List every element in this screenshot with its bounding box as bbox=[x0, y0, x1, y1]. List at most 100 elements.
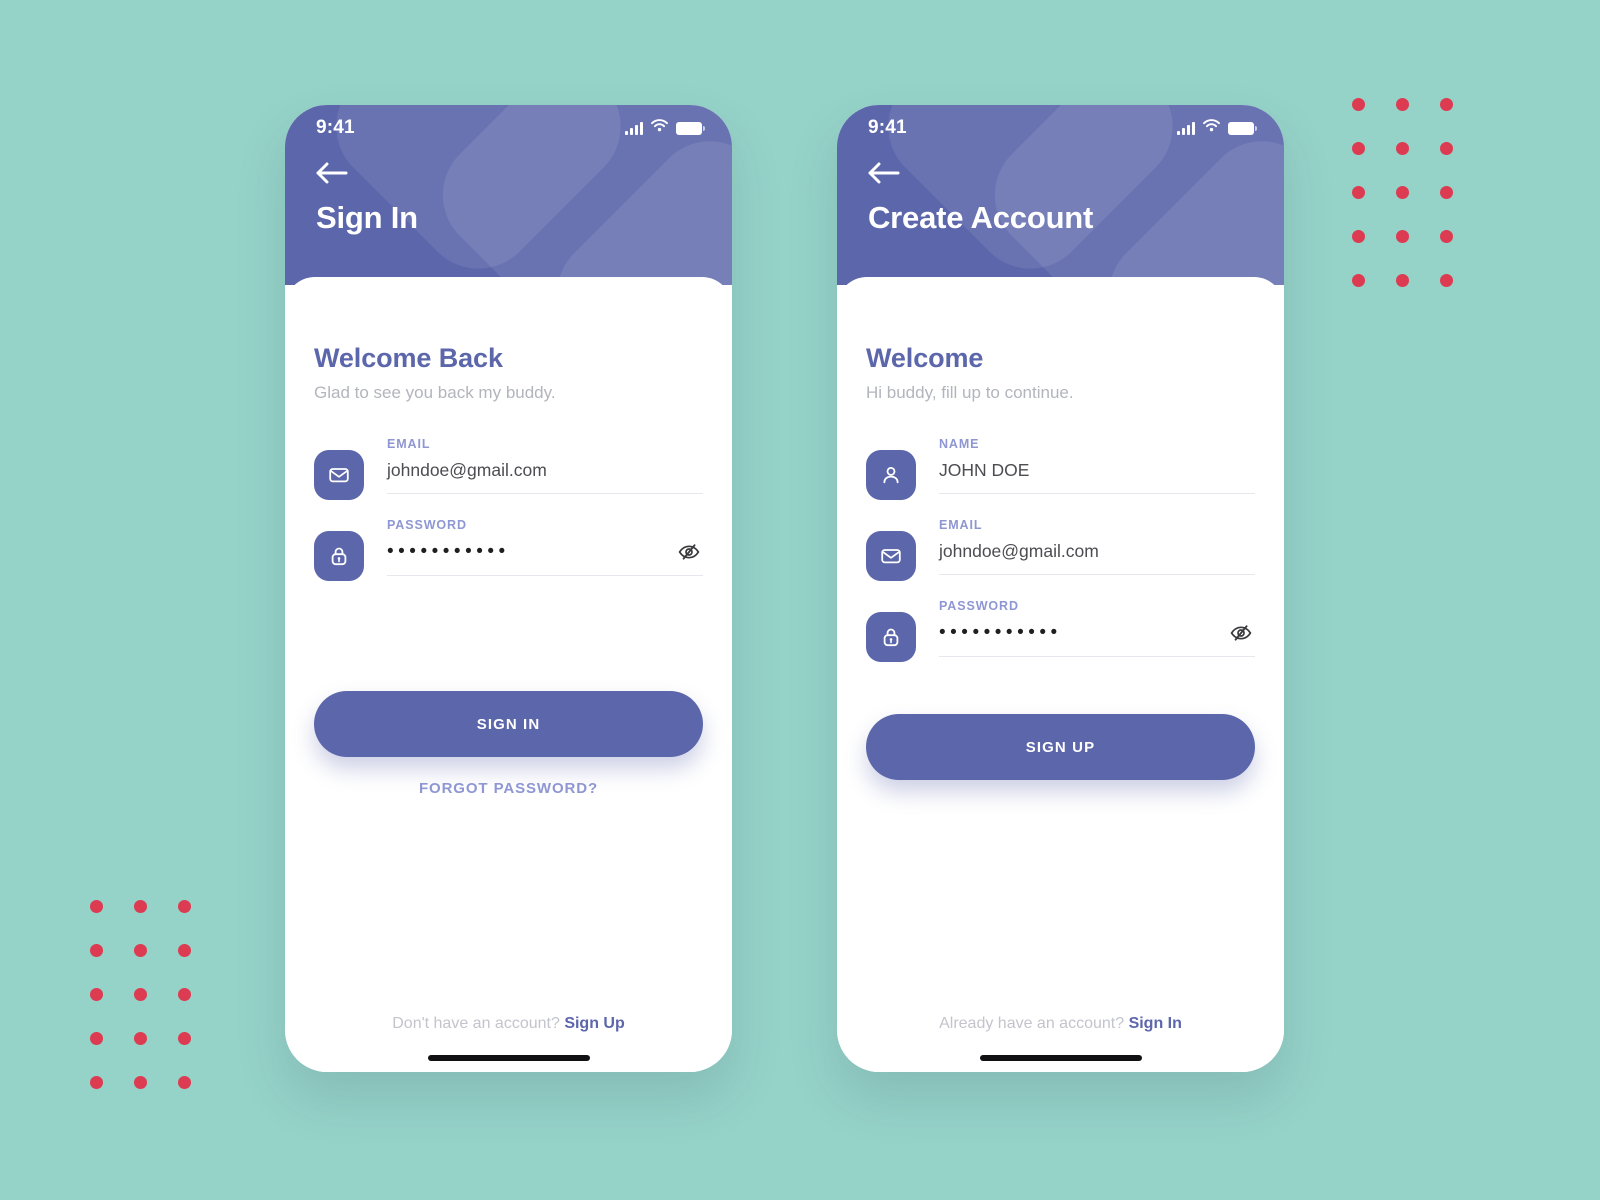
status-icons bbox=[625, 119, 705, 137]
phone-mockup-sign-in: 9:41 Sign In Welcome Back Glad to see yo… bbox=[285, 105, 732, 1072]
decorative-dot bbox=[134, 1075, 147, 1089]
battery-icon bbox=[1228, 121, 1257, 135]
signal-icon bbox=[1177, 121, 1195, 135]
sign-in-footer: Don't have an account? Sign Up bbox=[314, 1015, 703, 1041]
decorative-dot bbox=[90, 943, 103, 957]
back-arrow-icon[interactable] bbox=[316, 161, 350, 185]
decorative-dot bbox=[90, 1075, 103, 1089]
sign-in-card: Welcome Back Glad to see you back my bud… bbox=[285, 277, 732, 1072]
home-indicator bbox=[979, 1055, 1142, 1061]
header-content: Sign In bbox=[285, 151, 732, 236]
footer-sign-in-link[interactable]: Sign In bbox=[1129, 1015, 1182, 1032]
welcome-subtitle: Glad to see you back my buddy. bbox=[314, 383, 556, 402]
welcome-title: Welcome Back bbox=[314, 343, 503, 373]
battery-icon bbox=[676, 121, 705, 135]
form-spacer bbox=[314, 599, 703, 691]
decorative-dot bbox=[134, 899, 147, 913]
field-email-body: EMAIL johndoe@gmail.com bbox=[939, 518, 1255, 575]
forgot-password-link[interactable]: FORGOT PASSWORD? bbox=[314, 780, 703, 797]
decorative-dot bbox=[178, 987, 191, 1001]
field-name-value[interactable]: JOHN DOE bbox=[939, 460, 1255, 481]
decorative-dot bbox=[178, 1031, 191, 1045]
welcome-subtitle: Hi buddy, fill up to continue. bbox=[866, 383, 1074, 402]
field-email-label: EMAIL bbox=[939, 518, 983, 532]
field-email[interactable]: EMAIL johndoe@gmail.com bbox=[314, 437, 703, 500]
decorative-dot bbox=[1440, 185, 1453, 199]
sign-up-button[interactable]: SIGN UP bbox=[866, 714, 1255, 780]
field-name[interactable]: NAME JOHN DOE bbox=[866, 437, 1255, 500]
decorative-dot bbox=[1440, 141, 1453, 155]
decorative-dot bbox=[134, 987, 147, 1001]
decorative-dot bbox=[90, 1031, 103, 1045]
back-arrow-icon[interactable] bbox=[868, 161, 902, 185]
decorative-dot bbox=[90, 987, 103, 1001]
field-password-value[interactable]: ••••••••••• bbox=[939, 622, 1255, 644]
create-account-card: Welcome Hi buddy, fill up to continue. N… bbox=[837, 277, 1284, 1072]
phone-header-create-account: 9:41 Create Account bbox=[837, 105, 1284, 285]
create-account-footer: Already have an account? Sign In bbox=[866, 1015, 1255, 1041]
dot-grid-top-right bbox=[1352, 82, 1484, 302]
field-email-value[interactable]: johndoe@gmail.com bbox=[387, 460, 703, 481]
status-icons bbox=[1177, 119, 1257, 137]
mail-icon bbox=[866, 531, 916, 581]
eye-off-icon[interactable] bbox=[1229, 623, 1253, 648]
home-indicator bbox=[427, 1055, 590, 1061]
field-password-body: PASSWORD ••••••••••• bbox=[387, 518, 703, 576]
eye-off-icon[interactable] bbox=[677, 542, 701, 567]
field-password[interactable]: PASSWORD ••••••••••• bbox=[314, 518, 703, 581]
field-email-body: EMAIL johndoe@gmail.com bbox=[387, 437, 703, 494]
decorative-dot bbox=[134, 1031, 147, 1045]
wifi-icon bbox=[651, 119, 668, 137]
page-title: Sign In bbox=[316, 200, 418, 235]
lock-icon bbox=[314, 531, 364, 581]
field-name-body: NAME JOHN DOE bbox=[939, 437, 1255, 494]
phone-header-sign-in: 9:41 Sign In bbox=[285, 105, 732, 285]
decorative-dot bbox=[1440, 229, 1453, 243]
decorative-dot bbox=[1440, 97, 1453, 111]
decorative-dot bbox=[178, 1075, 191, 1089]
decorative-dot bbox=[1352, 141, 1365, 155]
decorative-dot bbox=[1352, 185, 1365, 199]
mail-icon bbox=[314, 450, 364, 500]
decorative-dot bbox=[1352, 229, 1365, 243]
field-email-value[interactable]: johndoe@gmail.com bbox=[939, 541, 1255, 562]
header-content: Create Account bbox=[837, 151, 1284, 236]
field-password-body: PASSWORD ••••••••••• bbox=[939, 599, 1255, 657]
status-time: 9:41 bbox=[868, 117, 907, 138]
status-time: 9:41 bbox=[316, 117, 355, 138]
phone-mockup-create-account: 9:41 Create Account Welcome Hi buddy, fi… bbox=[837, 105, 1284, 1072]
decorative-dot bbox=[90, 899, 103, 913]
sign-in-form: EMAIL johndoe@gmail.com PASSWORD •••••••… bbox=[314, 437, 703, 599]
field-password[interactable]: PASSWORD ••••••••••• bbox=[866, 599, 1255, 662]
decorative-dot bbox=[178, 899, 191, 913]
decorative-dot bbox=[1352, 97, 1365, 111]
status-bar: 9:41 bbox=[837, 105, 1284, 151]
footer-sign-up-link[interactable]: Sign Up bbox=[564, 1015, 624, 1032]
signal-icon bbox=[625, 121, 643, 135]
decorative-dot bbox=[1396, 141, 1409, 155]
decorative-dot bbox=[1396, 229, 1409, 243]
decorative-dot bbox=[134, 943, 147, 957]
field-email[interactable]: EMAIL johndoe@gmail.com bbox=[866, 518, 1255, 581]
footer-text: Don't have an account? bbox=[392, 1015, 560, 1032]
status-bar: 9:41 bbox=[285, 105, 732, 151]
decorative-dot bbox=[1352, 273, 1365, 287]
form-spacer bbox=[866, 680, 1255, 714]
field-password-label: PASSWORD bbox=[387, 518, 467, 532]
field-email-label: EMAIL bbox=[387, 437, 431, 451]
field-password-value[interactable]: ••••••••••• bbox=[387, 541, 703, 563]
sign-in-button[interactable]: SIGN IN bbox=[314, 691, 703, 757]
create-account-form: NAME JOHN DOE EMAIL johndoe@gmail.com PA… bbox=[866, 437, 1255, 680]
decorative-dot bbox=[1396, 273, 1409, 287]
welcome-title: Welcome bbox=[866, 343, 984, 373]
user-icon bbox=[866, 450, 916, 500]
field-password-label: PASSWORD bbox=[939, 599, 1019, 613]
decorative-dot bbox=[178, 943, 191, 957]
dot-grid-bottom-left bbox=[90, 884, 222, 1104]
field-name-label: NAME bbox=[939, 437, 980, 451]
decorative-dot bbox=[1396, 97, 1409, 111]
wifi-icon bbox=[1203, 119, 1220, 137]
decorative-dot bbox=[1396, 185, 1409, 199]
lock-icon bbox=[866, 612, 916, 662]
decorative-dot bbox=[1440, 273, 1453, 287]
